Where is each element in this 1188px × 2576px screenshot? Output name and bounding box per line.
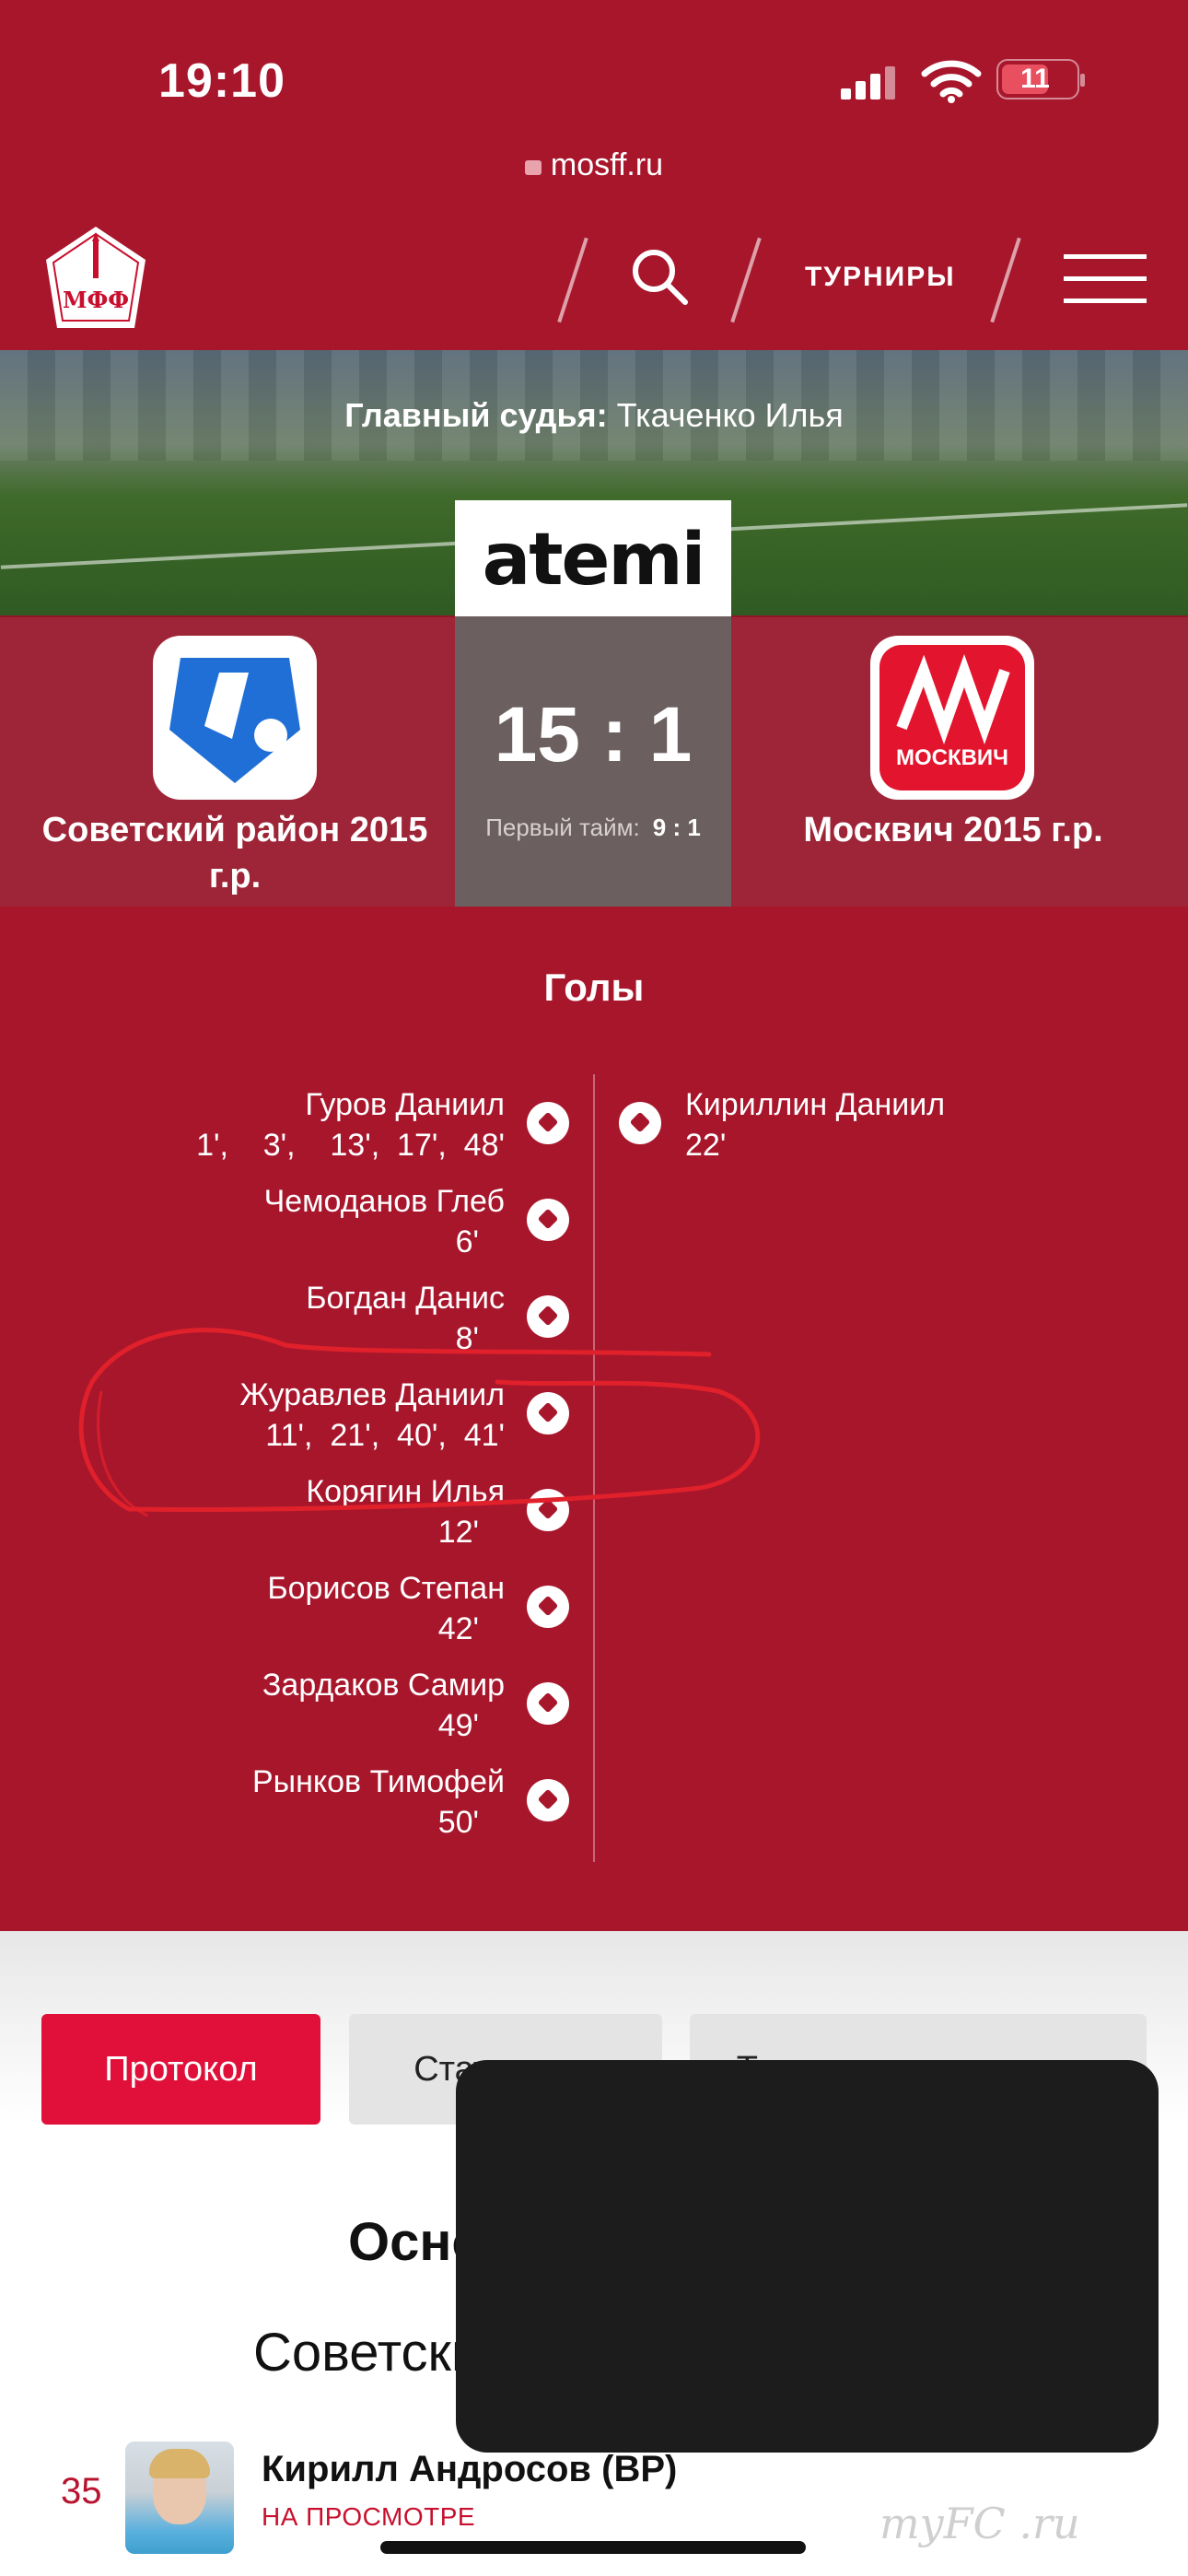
goal-row: Чемоданов Глеб 6' — [0, 1184, 589, 1276]
ball-icon — [527, 1779, 569, 1821]
goal-minutes: 1', 3', 13', 17', 48' — [196, 1128, 505, 1163]
player-number: 35 — [61, 2471, 102, 2512]
url-bar[interactable]: mosff.ru — [0, 147, 1188, 183]
goal-row: Зардаков Самир 49' — [0, 1668, 589, 1760]
menu-icon[interactable] — [1064, 254, 1147, 304]
goal-minutes: 6' — [455, 1224, 479, 1259]
ball-icon — [619, 1102, 661, 1144]
video-overlay[interactable] — [456, 2060, 1159, 2453]
tournaments-link[interactable]: ТУРНИРЫ — [805, 262, 956, 293]
away-team-name[interactable]: Москвич 2015 г.р. — [774, 807, 1133, 853]
first-half-score: Первый тайм: 9 : 1 — [455, 814, 731, 842]
scorer-name[interactable]: Гуров Даниил — [305, 1087, 505, 1123]
goal-minutes: 42' — [437, 1611, 479, 1646]
search-icon[interactable] — [630, 247, 689, 306]
home-indicator[interactable] — [380, 2541, 806, 2554]
final-score: 15 : 1 — [494, 691, 693, 778]
goals-title: Голы — [543, 966, 645, 1009]
player-avatar[interactable] — [125, 2441, 234, 2554]
referee-label: Главный судья: — [344, 396, 608, 434]
sponsor-text: atemi — [482, 519, 706, 602]
goal-minutes: 50' — [437, 1805, 479, 1840]
scorer-name[interactable]: Зардаков Самир — [262, 1668, 505, 1704]
ball-icon — [527, 1682, 569, 1725]
goal-row-away: Кириллин Даниил 22' — [599, 1087, 1188, 1179]
scorer-name[interactable]: Чемоданов Глеб — [264, 1184, 505, 1220]
url-text: mosff.ru — [550, 147, 664, 182]
scorer-name[interactable]: Борисов Степан — [267, 1571, 505, 1607]
site-logo[interactable]: МФФ — [42, 225, 149, 334]
home-team-logo[interactable] — [153, 636, 317, 800]
status-time: 19:10 — [158, 54, 285, 108]
battery-icon: 11 — [996, 59, 1085, 100]
battery-level: 11 — [1020, 64, 1050, 94]
scorer-name[interactable]: Кириллин Даниил — [685, 1087, 945, 1123]
referee-info: Главный судья: Ткаченко Илья — [0, 396, 1188, 435]
tab-protocol[interactable]: Протокол — [41, 2014, 320, 2125]
goal-minutes: 49' — [437, 1708, 479, 1743]
ball-icon — [527, 1199, 569, 1241]
referee-name: Ткаченко Илья — [616, 396, 844, 434]
player-status: НА ПРОСМОТРЕ — [262, 2502, 476, 2531]
score-box: 15 : 1 Первый тайм: 9 : 1 — [455, 616, 731, 907]
first-half-label: Первый тайм: — [485, 814, 640, 841]
sponsor-logo[interactable]: atemi — [455, 500, 731, 616]
marker-annotation — [78, 1328, 761, 1517]
watermark: myFC .ru — [879, 2499, 1080, 2548]
goal-row: Гуров Даниил 1', 3', 13', 17', 48' — [0, 1087, 589, 1179]
goal-row: Рынков Тимофей 50' — [0, 1764, 589, 1856]
first-half-value: 9 : 1 — [652, 814, 701, 841]
player-name[interactable]: Кирилл Андросов (ВР) — [262, 2449, 677, 2490]
lock-icon — [524, 160, 542, 175]
wifi-icon — [921, 60, 982, 103]
ball-icon — [527, 1586, 569, 1628]
signal-icon — [841, 66, 896, 100]
logo-text: МФФ — [63, 287, 129, 313]
away-team-logo[interactable]: МОСКВИЧ — [870, 636, 1034, 800]
ball-icon — [527, 1102, 569, 1144]
scorer-name[interactable]: Рынков Тимофей — [252, 1764, 505, 1800]
away-logo-text: МОСКВИЧ — [896, 745, 1008, 770]
home-team-name[interactable]: Советский район 2015 г.р. — [37, 807, 433, 899]
goal-minutes: 22' — [685, 1128, 727, 1163]
goal-row: Борисов Степан 42' — [0, 1571, 589, 1663]
